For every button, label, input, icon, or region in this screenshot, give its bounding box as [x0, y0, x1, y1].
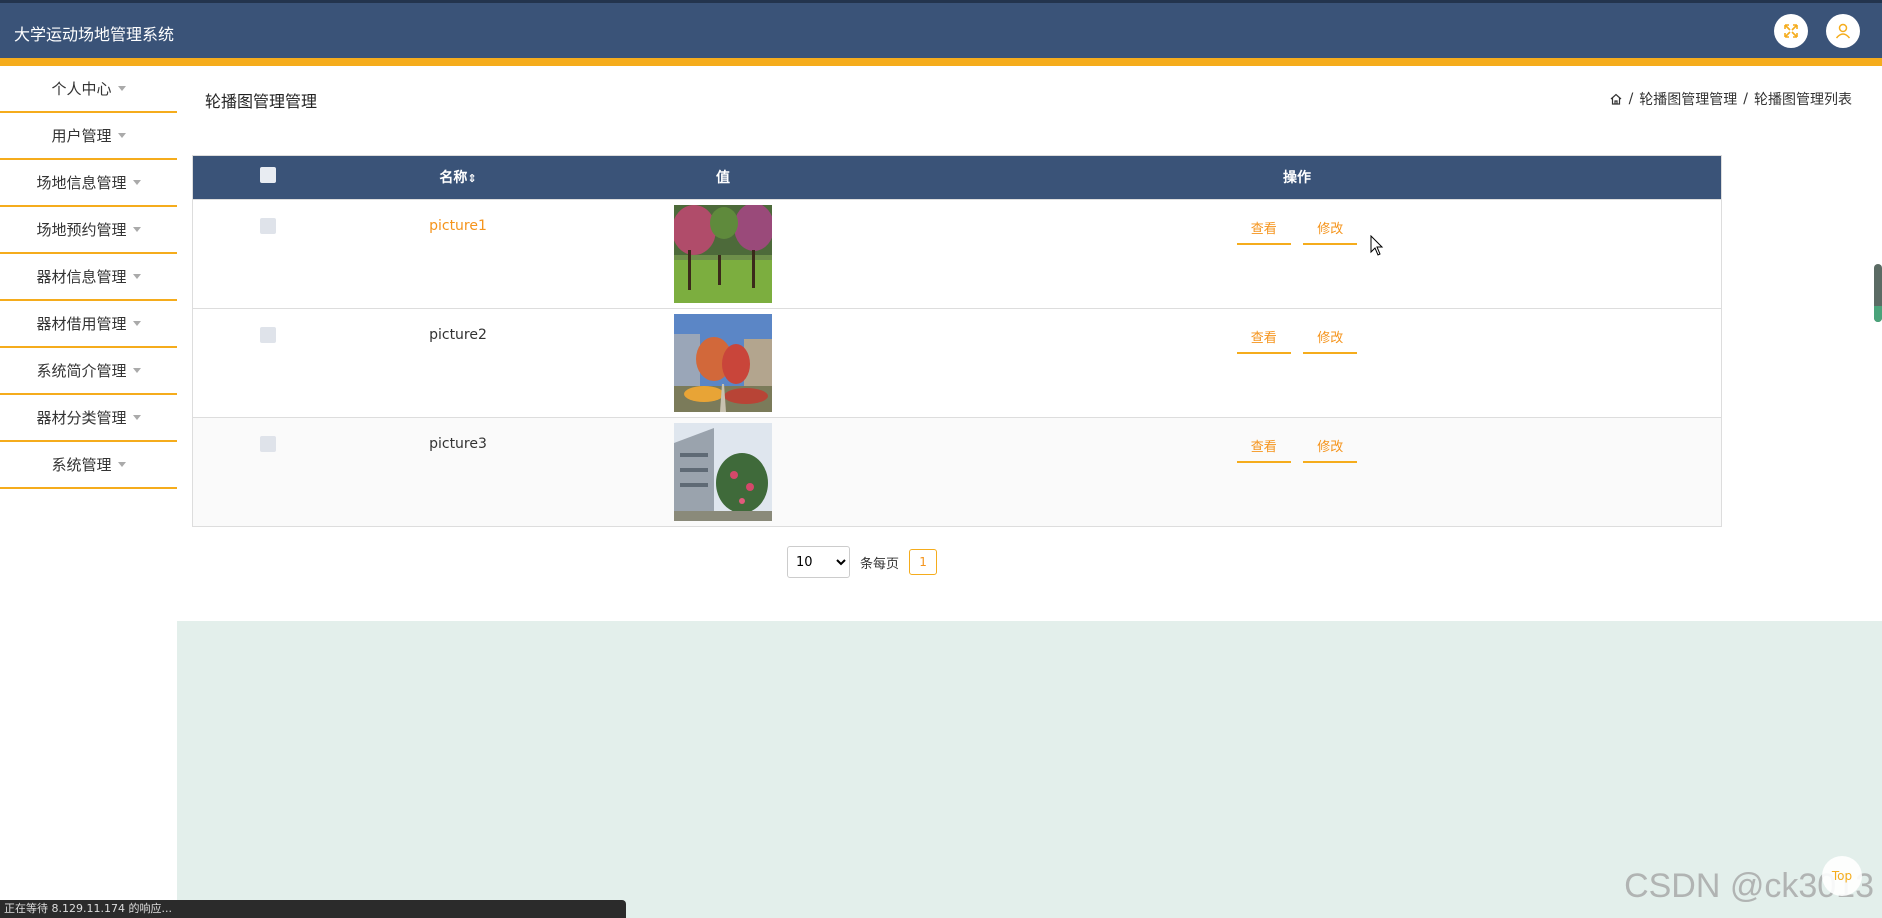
header-accent-bar — [0, 58, 1882, 66]
row-checkbox[interactable] — [260, 435, 276, 452]
sidebar-item-label: 用户管理 — [51, 127, 112, 145]
row-name[interactable]: picture1 — [429, 218, 487, 234]
row-checkbox[interactable] — [260, 326, 276, 343]
caret-down-icon — [132, 227, 141, 232]
caret-down-icon — [132, 368, 141, 373]
table-row: picture3 查看 修改 — [193, 417, 1721, 526]
app-title: 大学运动场地管理系统 — [14, 25, 175, 44]
edit-button[interactable]: 修改 — [1303, 327, 1358, 354]
column-header-value: 值 — [716, 170, 730, 187]
caret-down-icon — [132, 321, 141, 326]
caret-down-icon — [132, 415, 141, 420]
sidebar-item-label: 系统简介管理 — [36, 362, 127, 380]
caret-down-icon — [117, 86, 126, 91]
view-button[interactable]: 查看 — [1236, 218, 1291, 245]
scrollbar-thumb[interactable] — [1874, 264, 1882, 322]
back-to-top-button[interactable]: Top — [1822, 856, 1862, 896]
caret-down-icon — [132, 274, 141, 279]
sidebar-item-user-management[interactable]: 用户管理 — [0, 113, 177, 160]
pagination: 10 条每页 1 — [787, 546, 938, 578]
scrollbar-indicator — [1874, 306, 1882, 322]
table-header-row: 名称⇕ 值 操作 — [193, 156, 1721, 199]
sort-icon[interactable]: ⇕ — [467, 172, 476, 185]
row-name[interactable]: picture2 — [429, 327, 487, 343]
sidebar-item-equipment-borrow[interactable]: 器材借用管理 — [0, 301, 177, 348]
column-header-name[interactable]: 名称⇕ — [343, 156, 573, 199]
sidebar-item-venue-info[interactable]: 场地信息管理 — [0, 160, 177, 207]
sidebar-item-personal-center[interactable]: 个人中心 — [0, 66, 177, 113]
select-all-checkbox[interactable] — [260, 167, 276, 184]
sidebar-item-label: 器材分类管理 — [36, 409, 127, 427]
mouse-cursor-icon — [1370, 235, 1384, 256]
page-number-button[interactable]: 1 — [909, 549, 938, 575]
page-title: 轮播图管理管理 — [205, 92, 318, 111]
row-name[interactable]: picture3 — [429, 436, 487, 452]
user-icon — [1835, 23, 1851, 39]
breadcrumb-section[interactable]: 轮播图管理管理 — [1639, 89, 1737, 109]
home-icon[interactable] — [1609, 92, 1623, 106]
sidebar-item-venue-booking[interactable]: 场地预约管理 — [0, 207, 177, 254]
per-page-label: 条每页 — [860, 556, 900, 572]
sidebar-item-label: 器材借用管理 — [36, 315, 127, 333]
edit-button[interactable]: 修改 — [1303, 436, 1358, 463]
sidebar-item-label: 个人中心 — [51, 80, 112, 98]
table-row: picture1 查看 修改 — [193, 199, 1721, 308]
carousel-image-thumbnail[interactable] — [674, 313, 772, 412]
carousel-image-thumbnail[interactable] — [674, 204, 772, 303]
sidebar-item-label: 场地信息管理 — [36, 174, 127, 192]
carousel-table: 名称⇕ 值 操作 picture1 查看 修改 picture2 查看 修改 p… — [192, 155, 1722, 527]
caret-down-icon — [117, 133, 126, 138]
sidebar-item-system-intro[interactable]: 系统简介管理 — [0, 348, 177, 395]
breadcrumb: / 轮播图管理管理 / 轮播图管理列表 — [1609, 89, 1852, 109]
expand-arrows-icon — [1784, 24, 1798, 38]
browser-status-bar: 正在等待 8.129.11.174 的响应... — [0, 900, 626, 918]
edit-button[interactable]: 修改 — [1303, 218, 1358, 245]
top-bar: 大学运动场地管理系统 — [0, 0, 1882, 66]
fullscreen-icon[interactable] — [1774, 14, 1808, 48]
breadcrumb-current: 轮播图管理列表 — [1754, 92, 1852, 108]
view-button[interactable]: 查看 — [1236, 327, 1291, 354]
user-avatar-icon[interactable] — [1826, 14, 1860, 48]
sidebar-item-label: 器材信息管理 — [36, 268, 127, 286]
breadcrumb-separator: / — [1628, 91, 1634, 107]
sidebar-item-equipment-category[interactable]: 器材分类管理 — [0, 395, 177, 442]
column-header-label: 名称 — [439, 170, 468, 187]
sidebar-item-equipment-info[interactable]: 器材信息管理 — [0, 254, 177, 301]
view-button[interactable]: 查看 — [1236, 436, 1291, 463]
sidebar: 个人中心 用户管理 场地信息管理 场地预约管理 器材信息管理 器材借用管理 系统… — [0, 66, 177, 918]
table-row: picture2 查看 修改 — [193, 308, 1721, 417]
sidebar-item-label: 场地预约管理 — [36, 221, 127, 239]
sidebar-item-label: 系统管理 — [51, 456, 112, 474]
column-header-actions: 操作 — [1283, 170, 1311, 187]
carousel-image-thumbnail[interactable] — [674, 422, 772, 521]
page-size-select[interactable]: 10 — [787, 546, 850, 578]
row-checkbox[interactable] — [260, 217, 276, 234]
caret-down-icon — [117, 462, 126, 467]
sidebar-item-system-management[interactable]: 系统管理 — [0, 442, 177, 489]
breadcrumb-separator: / — [1743, 91, 1748, 107]
caret-down-icon — [132, 180, 141, 185]
